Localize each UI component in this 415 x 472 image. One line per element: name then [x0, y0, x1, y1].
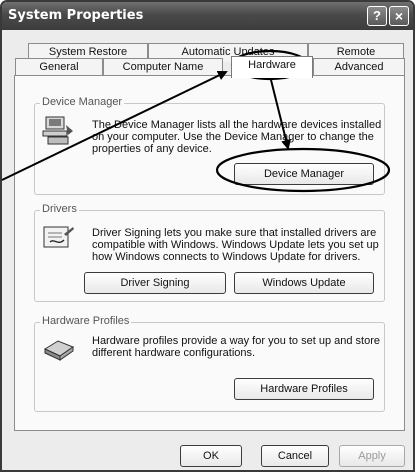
device-manager-description: The Device Manager lists all the hardwar… — [92, 119, 381, 155]
device-manager-description-line: The Device Manager lists all the hardwar… — [92, 119, 382, 131]
hardware-profiles-description-line: different hardware configurations. — [92, 347, 256, 359]
hardware-profiles-button[interactable]: Hardware Profiles — [234, 378, 374, 400]
drivers-description-line: how Windows connects to Windows Update f… — [92, 251, 361, 263]
hardware-profiles-group-label: Hardware Profiles — [40, 315, 132, 327]
drivers-group-label: Drivers — [40, 203, 79, 215]
apply-button[interactable]: Apply — [339, 445, 405, 467]
hardware-profiles-description: Hardware profiles provide a way for you … — [92, 335, 380, 359]
hardware-profiles-description-line: Hardware profiles provide a way for you … — [92, 335, 380, 347]
driver-signing-icon — [43, 226, 74, 248]
drivers-description-line: compatible with Windows. Windows Update … — [92, 239, 379, 251]
device-manager-description-line: on your computer. Use the Device Manager… — [92, 131, 374, 143]
ok-button[interactable]: OK — [180, 445, 242, 467]
tab-hardware[interactable]: Hardware — [231, 56, 313, 78]
device-manager-button[interactable]: Device Manager — [234, 163, 374, 185]
close-button[interactable]: × — [389, 6, 409, 26]
cancel-button[interactable]: Cancel — [261, 445, 329, 467]
device-manager-group-label: Device Manager — [40, 96, 125, 108]
device-manager-icon — [42, 116, 73, 145]
windows-update-button[interactable]: Windows Update — [234, 272, 374, 294]
help-button[interactable]: ? — [367, 6, 387, 26]
driver-signing-button[interactable]: Driver Signing — [84, 272, 226, 294]
drivers-description-line: Driver Signing lets you make sure that i… — [92, 227, 377, 239]
title-bar[interactable]: System Properties ? × — [2, 2, 413, 30]
hardware-profiles-icon — [43, 340, 75, 361]
window-title: System Properties — [8, 8, 144, 23]
device-manager-description-line: properties of any device. — [92, 143, 212, 155]
system-properties-dialog: System Properties ? × System Restore Aut… — [0, 0, 415, 472]
drivers-description: Driver Signing lets you make sure that i… — [92, 227, 379, 263]
